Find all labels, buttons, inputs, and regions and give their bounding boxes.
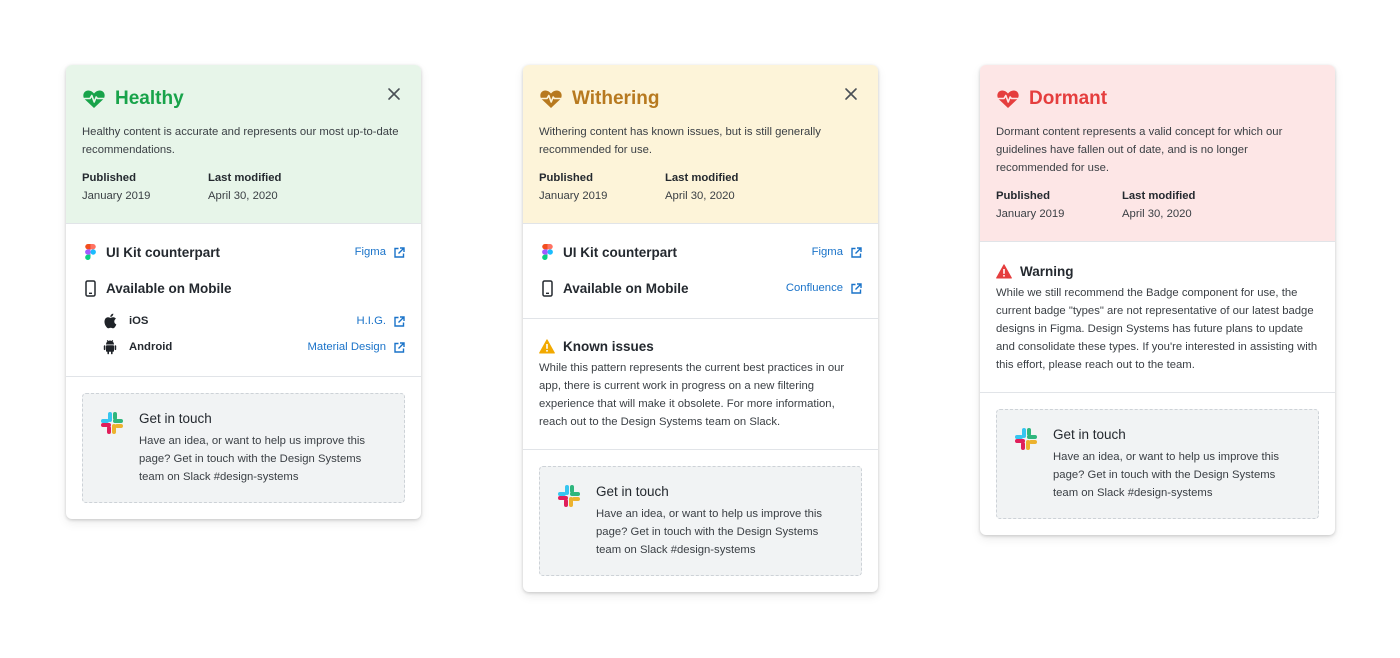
card-description: Dormant content represents a valid conce… — [996, 126, 1283, 174]
figma-link[interactable]: Figma — [812, 246, 862, 258]
card-description: Withering content has known issues, but … — [539, 126, 821, 156]
card-meta: Published January 2019 Last modified Apr… — [539, 169, 862, 205]
card-header: Healthy Healthy content is accurate and … — [66, 65, 421, 223]
card-meta: Published January 2019 Last modified Apr… — [82, 169, 405, 205]
get-in-touch-title: Get in touch — [139, 411, 212, 426]
close-icon[interactable] — [844, 87, 858, 101]
slack-icon — [101, 412, 123, 434]
figma-icon — [539, 243, 555, 261]
known-issues-body: While this pattern represents the curren… — [539, 362, 845, 428]
get-in-touch-box: Get in touch Have an idea, or want to he… — [82, 393, 405, 503]
card-header: Withering Withering content has known is… — [523, 65, 878, 223]
published-value: January 2019 — [539, 190, 608, 202]
card-meta: Published January 2019 Last modified Apr… — [996, 187, 1319, 223]
get-in-touch-body: Have an idea, or want to help us improve… — [1053, 451, 1280, 499]
slack-icon — [1015, 428, 1037, 450]
warning-icon — [539, 338, 555, 353]
published-value: January 2019 — [996, 208, 1065, 220]
status-card-dormant: Dormant Dormant content represents a val… — [980, 65, 1335, 535]
published-label: Published — [996, 190, 1050, 202]
card-description: Healthy content is accurate and represen… — [82, 126, 399, 156]
modified-value: April 30, 2020 — [665, 190, 735, 202]
figma-link[interactable]: Figma — [355, 246, 405, 258]
heart-pulse-icon — [83, 90, 105, 108]
heart-pulse-icon — [540, 90, 562, 108]
mobile-row: Available on Mobile — [82, 278, 405, 298]
get-in-touch-body: Have an idea, or want to help us improve… — [139, 435, 366, 483]
figma-link-text[interactable]: Figma — [812, 246, 843, 258]
card-title: Withering — [572, 88, 660, 109]
get-in-touch-box: Get in touch Have an idea, or want to he… — [539, 466, 862, 576]
warning-body: While we still recommend the Badge compo… — [996, 287, 1318, 371]
mobile-icon — [539, 279, 555, 297]
ios-row: iOS H.I.G. — [102, 312, 405, 330]
resources-section: UI Kit counterpart Figma Available on Mo… — [66, 223, 421, 376]
mobile-row: Available on Mobile Confluence — [539, 278, 862, 298]
close-icon[interactable] — [387, 87, 401, 101]
material-design-link-text[interactable]: Material Design — [308, 341, 386, 353]
warning-section: Warning While we still recommend the Bad… — [980, 241, 1335, 392]
figma-link-text[interactable]: Figma — [355, 246, 386, 258]
known-issues-title: Known issues — [563, 338, 654, 354]
get-in-touch-title: Get in touch — [1053, 427, 1126, 442]
warning-icon — [996, 263, 1012, 278]
modified-label: Last modified — [665, 172, 739, 184]
ui-kit-row: UI Kit counterpart Figma — [539, 242, 862, 262]
published-label: Published — [539, 172, 593, 184]
external-link-icon[interactable] — [851, 282, 862, 294]
ui-kit-label: UI Kit counterpart — [106, 244, 221, 260]
published-label: Published — [82, 172, 136, 184]
hig-link-text[interactable]: H.I.G. — [357, 315, 387, 327]
ui-kit-row: UI Kit counterpart Figma — [82, 242, 405, 262]
confluence-link[interactable]: Confluence — [786, 282, 862, 294]
heart-pulse-icon — [997, 90, 1019, 108]
published-value: January 2019 — [82, 190, 151, 202]
status-card-withering: Withering Withering content has known is… — [523, 65, 878, 592]
external-link-icon[interactable] — [394, 341, 405, 353]
android-row: Android Material Design — [102, 338, 405, 356]
modified-value: April 30, 2020 — [1122, 208, 1192, 220]
mobile-label: Available on Mobile — [106, 280, 232, 296]
get-in-touch-box: Get in touch Have an idea, or want to he… — [996, 409, 1319, 519]
modified-label: Last modified — [1122, 190, 1196, 202]
mobile-label: Available on Mobile — [563, 280, 689, 296]
confluence-link-text[interactable]: Confluence — [786, 282, 843, 294]
material-design-link[interactable]: Material Design — [308, 341, 405, 353]
warning-title: Warning — [1020, 263, 1074, 279]
get-in-touch-title: Get in touch — [596, 484, 669, 499]
external-link-icon[interactable] — [394, 315, 405, 327]
android-icon — [102, 339, 118, 355]
mobile-icon — [82, 279, 98, 297]
external-link-icon[interactable] — [851, 246, 862, 258]
get-in-touch-section: Get in touch Have an idea, or want to he… — [523, 449, 878, 592]
resources-section: UI Kit counterpart Figma Available on Mo… — [523, 223, 878, 318]
card-title: Dormant — [1029, 88, 1108, 109]
slack-icon — [558, 485, 580, 507]
status-card-healthy: Healthy Healthy content is accurate and … — [66, 65, 421, 519]
external-link-icon[interactable] — [394, 246, 405, 258]
figma-icon — [82, 243, 98, 261]
ui-kit-label: UI Kit counterpart — [563, 244, 678, 260]
get-in-touch-section: Get in touch Have an idea, or want to he… — [980, 392, 1335, 535]
hig-link[interactable]: H.I.G. — [357, 315, 406, 327]
card-title: Healthy — [115, 88, 184, 109]
known-issues-section: Known issues While this pattern represen… — [523, 318, 878, 449]
android-label: Android — [129, 341, 173, 353]
get-in-touch-body: Have an idea, or want to help us improve… — [596, 508, 823, 556]
apple-icon — [102, 313, 118, 329]
ios-label: iOS — [129, 315, 149, 327]
modified-label: Last modified — [208, 172, 282, 184]
card-header: Dormant Dormant content represents a val… — [980, 65, 1335, 241]
modified-value: April 30, 2020 — [208, 190, 278, 202]
get-in-touch-section: Get in touch Have an idea, or want to he… — [66, 376, 421, 519]
